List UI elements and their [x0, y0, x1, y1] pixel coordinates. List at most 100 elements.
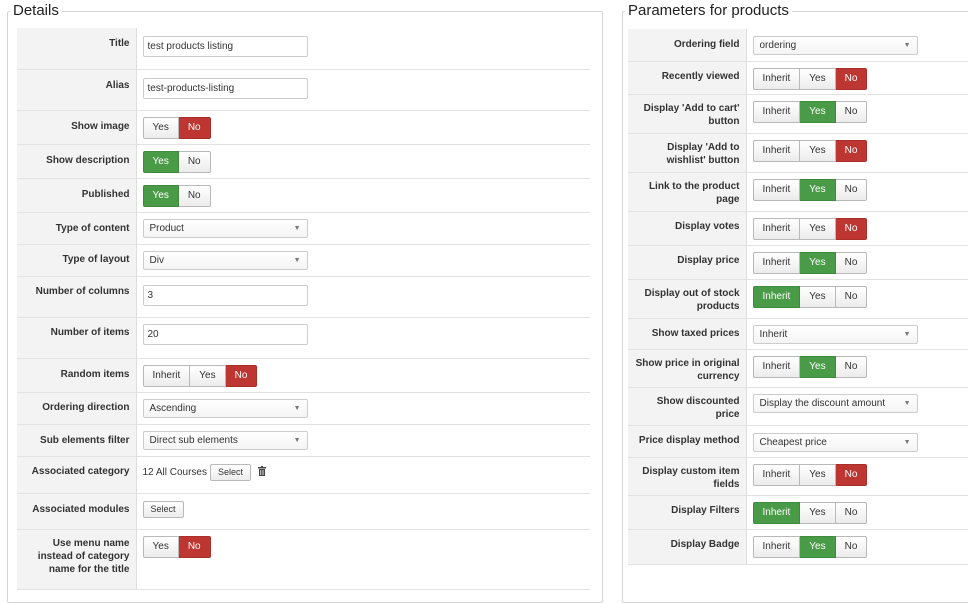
params-table: Ordering field ordering ▼ Recently viewe… [628, 29, 968, 565]
out-of-stock-label: Display out of stock products [628, 279, 747, 319]
link-product-inherit-button[interactable]: Inherit [752, 178, 801, 201]
display-price-yes-button[interactable]: Yes [800, 251, 836, 274]
type-layout-select[interactable]: Div ▼ [142, 250, 308, 270]
discounted-label: Show discounted price [628, 387, 747, 426]
filters-inherit-button[interactable]: Inherit [752, 501, 801, 524]
params-legend: Parameters for products [628, 2, 789, 19]
original-currency-inherit-button[interactable]: Inherit [752, 355, 801, 378]
row-assoc-modules: Associated modules Select [17, 493, 590, 530]
type-content-label: Type of content [17, 212, 137, 245]
add-to-wishlist-inherit-button[interactable]: Inherit [752, 139, 801, 162]
display-votes-no-button[interactable]: No [835, 217, 868, 240]
random-items-no-button[interactable]: No [225, 364, 258, 387]
badge-inherit-button[interactable]: Inherit [752, 535, 801, 558]
published-toggle: Yes No [142, 184, 211, 207]
add-to-wishlist-yes-button[interactable]: Yes [800, 139, 836, 162]
type-content-select[interactable]: Product ▼ [142, 218, 308, 238]
custom-fields-yes-button[interactable]: Yes [800, 463, 836, 486]
custom-fields-no-button[interactable]: No [835, 463, 868, 486]
assoc-category-label: Associated category [17, 456, 137, 494]
recently-viewed-inherit-button[interactable]: Inherit [752, 67, 801, 90]
link-product-toggle: Inherit Yes No [752, 178, 868, 201]
row-sub-elements: Sub elements filter Direct sub elements … [17, 424, 590, 457]
price-method-value: Cheapest price [759, 436, 827, 448]
discounted-select[interactable]: Display the discount amount ▼ [752, 393, 918, 413]
badge-no-button[interactable]: No [835, 535, 868, 558]
display-votes-inherit-button[interactable]: Inherit [752, 217, 801, 240]
add-to-cart-label: Display 'Add to cart' button [628, 94, 747, 134]
display-price-no-button[interactable]: No [835, 251, 868, 274]
row-num-columns: Number of columns 3 [17, 276, 590, 318]
menu-name-toggle: Yes No [142, 535, 211, 558]
link-product-no-button[interactable]: No [835, 178, 868, 201]
display-price-inherit-button[interactable]: Inherit [752, 251, 801, 274]
row-discounted: Show discounted price Display the discou… [628, 387, 968, 426]
chevron-down-icon: ▼ [293, 436, 301, 444]
add-to-wishlist-no-button[interactable]: No [835, 139, 868, 162]
price-method-label: Price display method [628, 425, 747, 458]
out-of-stock-no-button[interactable]: No [835, 285, 868, 308]
menu-name-no-button[interactable]: No [178, 535, 211, 558]
random-items-inherit-button[interactable]: Inherit [142, 364, 191, 387]
out-of-stock-inherit-button[interactable]: Inherit [752, 285, 801, 308]
badge-yes-button[interactable]: Yes [800, 535, 836, 558]
ordering-direction-value: Ascending [149, 402, 197, 414]
row-assoc-category: Associated category 12 All Courses Selec… [17, 456, 590, 494]
chevron-down-icon: ▼ [293, 224, 301, 232]
num-items-input[interactable]: 20 [142, 323, 308, 345]
display-price-label: Display price [628, 245, 747, 280]
price-method-select[interactable]: Cheapest price ▼ [752, 432, 918, 452]
display-votes-yes-button[interactable]: Yes [800, 217, 836, 240]
published-no-button[interactable]: No [178, 184, 211, 207]
row-original-currency: Show price in original currency Inherit … [628, 349, 968, 388]
assoc-modules-select-button[interactable]: Select [142, 500, 184, 518]
assoc-category-select-button[interactable]: Select [210, 463, 252, 481]
row-type-layout: Type of layout Div ▼ [17, 244, 590, 277]
filters-yes-button[interactable]: Yes [800, 501, 836, 524]
trash-icon[interactable] [258, 465, 267, 476]
chevron-down-icon: ▼ [293, 404, 301, 412]
display-price-toggle: Inherit Yes No [752, 251, 868, 274]
link-product-yes-button[interactable]: Yes [800, 178, 836, 201]
add-to-cart-yes-button[interactable]: Yes [800, 100, 836, 123]
row-ordering-direction: Ordering direction Ascending ▼ [17, 392, 590, 425]
custom-fields-inherit-button[interactable]: Inherit [752, 463, 801, 486]
taxed-prices-select[interactable]: Inherit ▼ [752, 324, 918, 344]
random-items-yes-button[interactable]: Yes [190, 364, 226, 387]
ordering-direction-select[interactable]: Ascending ▼ [142, 398, 308, 418]
recently-viewed-yes-button[interactable]: Yes [800, 67, 836, 90]
title-input[interactable]: test products listing [142, 36, 308, 57]
display-votes-label: Display votes [628, 211, 747, 246]
custom-fields-toggle: Inherit Yes No [752, 463, 868, 486]
row-price-method: Price display method Cheapest price ▼ [628, 425, 968, 458]
add-to-cart-no-button[interactable]: No [835, 100, 868, 123]
row-filters: Display Filters Inherit Yes No [628, 495, 968, 530]
num-columns-input[interactable]: 3 [142, 284, 308, 306]
menu-name-yes-button[interactable]: Yes [142, 535, 179, 558]
show-description-yes-button[interactable]: Yes [142, 150, 179, 173]
ordering-field-label: Ordering field [628, 29, 747, 62]
ordering-field-select[interactable]: ordering ▼ [752, 36, 918, 55]
original-currency-yes-button[interactable]: Yes [800, 355, 836, 378]
add-to-cart-inherit-button[interactable]: Inherit [752, 100, 801, 123]
show-image-no-button[interactable]: No [178, 116, 211, 139]
out-of-stock-yes-button[interactable]: Yes [800, 285, 836, 308]
row-out-of-stock: Display out of stock products Inherit Ye… [628, 279, 968, 319]
sub-elements-select[interactable]: Direct sub elements ▼ [142, 430, 308, 450]
filters-no-button[interactable]: No [835, 501, 868, 524]
sub-elements-value: Direct sub elements [149, 434, 238, 446]
original-currency-toggle: Inherit Yes No [752, 355, 868, 378]
random-items-toggle: Inherit Yes No [142, 364, 258, 387]
row-add-to-wishlist: Display 'Add to wishlist' button Inherit… [628, 133, 968, 173]
show-description-no-button[interactable]: No [178, 150, 211, 173]
alias-input[interactable]: test-products-listing [142, 77, 308, 99]
custom-fields-label: Display custom item fields [628, 457, 747, 496]
row-badge: Display Badge Inherit Yes No [628, 529, 968, 565]
show-image-yes-button[interactable]: Yes [142, 116, 179, 139]
row-show-description: Show description Yes No [17, 144, 590, 179]
out-of-stock-toggle: Inherit Yes No [752, 285, 868, 308]
recently-viewed-no-button[interactable]: No [835, 67, 868, 90]
chevron-down-icon: ▼ [903, 330, 911, 338]
published-yes-button[interactable]: Yes [142, 184, 179, 207]
original-currency-no-button[interactable]: No [835, 355, 868, 378]
